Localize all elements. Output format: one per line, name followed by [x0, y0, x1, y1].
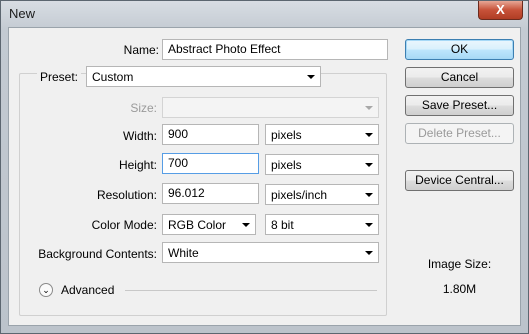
delete-preset-button[interactable]: Delete Preset... [405, 123, 514, 144]
preset-value: Custom [92, 70, 134, 84]
color-mode-select[interactable]: RGB Color [162, 214, 256, 235]
image-size-value: 1.80M [442, 282, 477, 296]
dialog-window: New X Name: Abstract Photo Effect Preset… [0, 0, 529, 334]
color-mode-label: Color Mode: [91, 218, 157, 232]
color-mode-value: RGB Color [168, 218, 227, 232]
chevron-down-icon [365, 163, 373, 167]
resolution-label: Resolution: [96, 188, 157, 202]
name-label: Name: [123, 43, 159, 57]
background-contents-select[interactable]: White [162, 242, 379, 263]
preset-label: Preset: [37, 70, 82, 84]
background-contents-value: White [168, 246, 199, 260]
height-label: Height: [118, 158, 157, 172]
width-value: 900 [168, 127, 189, 141]
name-value: Abstract Photo Effect [168, 42, 281, 56]
height-unit-select[interactable]: pixels [265, 154, 379, 175]
chevron-down-icon [242, 223, 250, 227]
chevron-down-icon [365, 106, 373, 110]
close-button[interactable]: X [478, 1, 523, 20]
window-title: New [9, 6, 36, 21]
resolution-unit-select[interactable]: pixels/inch [265, 184, 379, 205]
resolution-value: 96.012 [168, 186, 205, 200]
image-size-label: Image Size: [427, 257, 492, 271]
preset-select[interactable]: Custom [86, 66, 321, 87]
save-preset-button[interactable]: Save Preset... [405, 95, 514, 116]
height-unit-value: pixels [271, 158, 302, 172]
name-field[interactable]: Abstract Photo Effect [162, 39, 388, 60]
bit-depth-value: 8 bit [271, 218, 294, 232]
width-unit-value: pixels [271, 128, 302, 142]
cancel-button[interactable]: Cancel [405, 67, 514, 88]
resolution-unit-value: pixels/inch [271, 188, 328, 202]
size-label: Size: [130, 101, 157, 115]
height-field[interactable]: 700 [162, 153, 259, 174]
chevron-down-icon [365, 133, 373, 137]
device-central-button[interactable]: Device Central... [405, 170, 514, 191]
title-bar[interactable]: New X [1, 1, 528, 26]
width-field[interactable]: 900 [162, 124, 259, 145]
chevron-down-icon [365, 251, 373, 255]
size-select[interactable] [162, 97, 379, 118]
dialog-body: Name: Abstract Photo Effect Preset: Cust… [8, 27, 521, 326]
advanced-label[interactable]: Advanced [61, 283, 114, 297]
advanced-divider [125, 290, 377, 291]
width-label: Width: [122, 129, 157, 143]
bit-depth-select[interactable]: 8 bit [265, 214, 379, 235]
chevron-down-icon [365, 193, 373, 197]
resolution-field[interactable]: 96.012 [162, 183, 259, 204]
height-value: 700 [168, 156, 189, 170]
close-icon: X [496, 2, 505, 17]
expand-advanced-icon[interactable]: ⌄ [39, 283, 53, 297]
chevron-down-icon [365, 223, 373, 227]
ok-button[interactable]: OK [405, 39, 514, 60]
width-unit-select[interactable]: pixels [265, 124, 379, 145]
background-contents-label: Background Contents: [38, 247, 157, 261]
chevron-down-icon [307, 75, 315, 79]
